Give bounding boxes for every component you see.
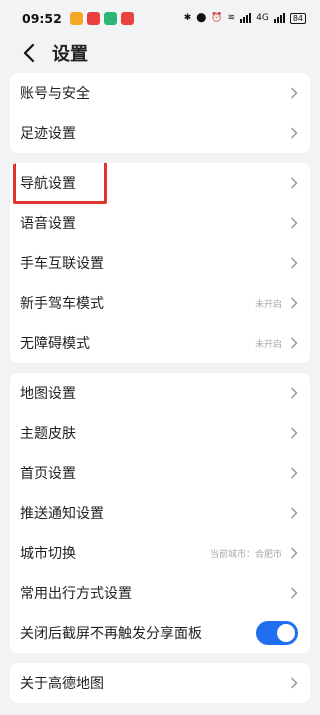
settings-item-label: 关闭后截屏不再触发分享面板 bbox=[20, 626, 202, 642]
settings-item-label: 城市切换 bbox=[20, 546, 76, 562]
settings-group-general: 地图设置 主题皮肤 首页设置 推送通知设置 城市切换 当前城市：合肥市 常用出行… bbox=[10, 373, 310, 653]
chevron-right-icon bbox=[290, 677, 298, 689]
settings-item-label: 常用出行方式设置 bbox=[20, 586, 132, 602]
settings-group-navigation: 导航设置 语音设置 手车互联设置 新手驾车模式 未开启 无障碍模式 未开启 bbox=[10, 163, 310, 363]
settings-item-navigation[interactable]: 导航设置 bbox=[10, 163, 310, 204]
status-bar: 09:52 ✱ ⬤ ⏰ ≋ 4G 84 bbox=[0, 0, 320, 36]
location-icon: ⬤ bbox=[196, 13, 207, 23]
chevron-right-icon bbox=[290, 387, 298, 399]
page-title: 设置 bbox=[52, 44, 88, 65]
settings-item-map[interactable]: 地图设置 bbox=[10, 373, 310, 413]
settings-item-travel-mode[interactable]: 常用出行方式设置 bbox=[10, 573, 310, 613]
settings-item-label: 语音设置 bbox=[20, 216, 76, 232]
settings-item-account-security[interactable]: 账号与安全 bbox=[10, 73, 310, 113]
chevron-right-icon bbox=[290, 257, 298, 269]
network-type: 4G bbox=[256, 13, 269, 23]
settings-item-push-notifications[interactable]: 推送通知设置 bbox=[10, 493, 310, 533]
settings-item-label: 账号与安全 bbox=[20, 86, 90, 102]
status-time: 09:52 bbox=[22, 10, 62, 26]
battery-level: 84 bbox=[292, 13, 303, 23]
app-notification-icon bbox=[103, 11, 117, 25]
settings-item-footprint[interactable]: 足迹设置 bbox=[10, 113, 310, 153]
wifi-icon: ≋ bbox=[227, 13, 236, 23]
chevron-left-icon[interactable] bbox=[18, 42, 40, 64]
settings-item-label: 手车互联设置 bbox=[20, 256, 104, 272]
settings-item-city-switch[interactable]: 城市切换 当前城市：合肥市 bbox=[10, 533, 310, 573]
status-indicators: ✱ ⬤ ⏰ ≋ 4G 84 bbox=[183, 12, 306, 24]
settings-item-label: 足迹设置 bbox=[20, 126, 76, 142]
settings-item-label: 主题皮肤 bbox=[20, 426, 76, 442]
screenshot-share-toggle[interactable] bbox=[256, 621, 298, 645]
settings-item-value: 当前城市：合肥市 bbox=[209, 549, 282, 560]
chevron-right-icon bbox=[290, 177, 298, 189]
chevron-right-icon bbox=[290, 337, 298, 349]
settings-item-value: 未开启 bbox=[254, 339, 282, 350]
nav-bar: 设置 bbox=[0, 36, 320, 70]
settings-item-label: 导航设置 bbox=[20, 176, 76, 192]
chevron-right-icon bbox=[290, 87, 298, 99]
settings-item-novice-mode[interactable]: 新手驾车模式 未开启 bbox=[10, 283, 310, 323]
settings-item-label: 地图设置 bbox=[20, 386, 76, 402]
alarm-icon: ⏰ bbox=[211, 13, 223, 23]
chevron-right-icon bbox=[290, 127, 298, 139]
settings-item-screenshot-share: 关闭后截屏不再触发分享面板 bbox=[10, 613, 310, 653]
settings-item-voice[interactable]: 语音设置 bbox=[10, 203, 310, 243]
chevron-right-icon bbox=[290, 547, 298, 559]
chevron-right-icon bbox=[290, 217, 298, 229]
status-app-icons bbox=[69, 11, 134, 25]
settings-item-homepage[interactable]: 首页设置 bbox=[10, 453, 310, 493]
settings-item-value: 未开启 bbox=[254, 299, 282, 310]
app-notification-icon bbox=[69, 11, 83, 25]
chevron-right-icon bbox=[290, 427, 298, 439]
chevron-right-icon bbox=[290, 467, 298, 479]
toggle-knob bbox=[277, 624, 295, 642]
bluetooth-icon: ✱ bbox=[183, 13, 192, 23]
battery-icon: 84 bbox=[289, 12, 306, 24]
signal-icon bbox=[273, 13, 285, 23]
chevron-right-icon bbox=[290, 587, 298, 599]
settings-item-label: 首页设置 bbox=[20, 466, 76, 482]
app-notification-icon bbox=[86, 11, 100, 25]
app-notification-icon bbox=[120, 11, 134, 25]
settings-item-label: 新手驾车模式 bbox=[20, 296, 104, 312]
settings-item-about[interactable]: 关于高德地图 bbox=[10, 663, 310, 703]
settings-item-label: 推送通知设置 bbox=[20, 506, 104, 522]
settings-group-about: 关于高德地图 bbox=[10, 663, 310, 703]
settings-group-account: 账号与安全 足迹设置 bbox=[10, 73, 310, 153]
chevron-right-icon bbox=[290, 507, 298, 519]
settings-item-label: 无障碍模式 bbox=[20, 336, 90, 352]
chevron-right-icon bbox=[290, 297, 298, 309]
settings-item-accessibility[interactable]: 无障碍模式 未开启 bbox=[10, 323, 310, 363]
settings-item-label: 关于高德地图 bbox=[20, 676, 104, 692]
settings-item-theme[interactable]: 主题皮肤 bbox=[10, 413, 310, 453]
settings-item-car-connect[interactable]: 手车互联设置 bbox=[10, 243, 310, 283]
signal-icon bbox=[240, 13, 252, 23]
